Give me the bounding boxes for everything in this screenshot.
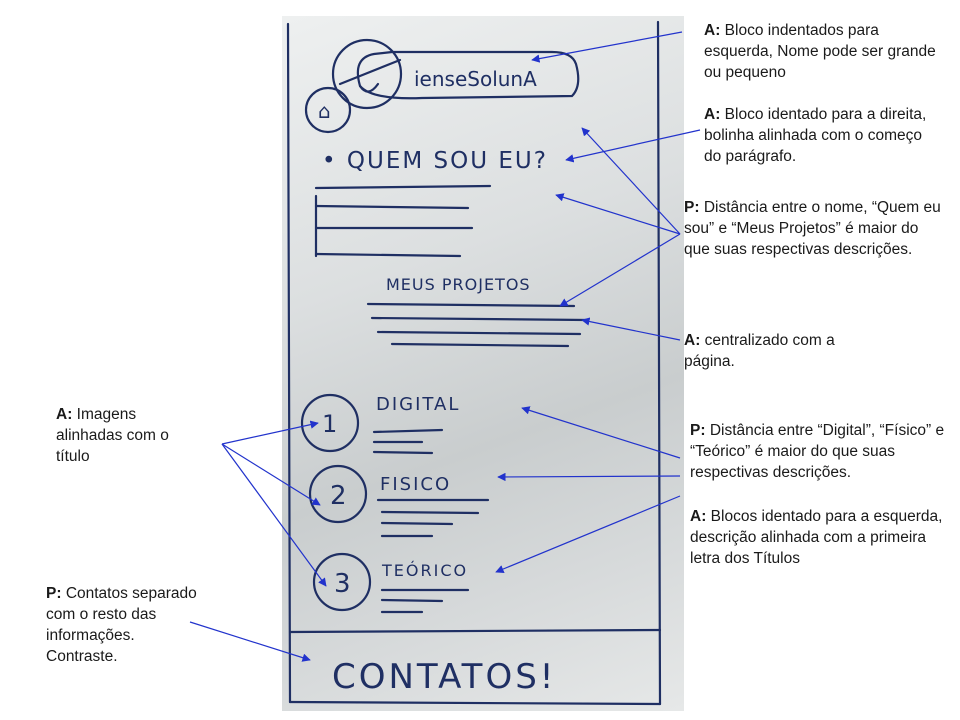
frame-right-edge — [656, 20, 662, 706]
avatar-slash — [338, 58, 402, 86]
home-icon: ⌂ — [318, 99, 331, 123]
note-a4: A: Blocos identado para a esquerda, desc… — [690, 508, 943, 567]
item-2-number: 2 — [330, 481, 347, 511]
projects-heading: MEUS PROJETOS — [386, 275, 531, 294]
item-1-title: DIGITAL — [376, 394, 460, 415]
item-3-title: TEÓRICO — [381, 561, 468, 580]
logo-text: ienseSolunA — [414, 67, 537, 91]
frame-bottom-edge — [288, 700, 662, 706]
frame-left-edge — [286, 22, 292, 704]
footer-contacts: CONTATOS! — [332, 657, 556, 697]
item-2-title: FISICO — [380, 474, 451, 495]
footer-separator — [288, 628, 662, 634]
note-p1: P: Distância entre o nome, “Quem eu sou”… — [684, 199, 941, 258]
hand-drawn-mockup: ienseSolunA ⌂ • QUEM SOU EU? MEUS PROJET… — [286, 20, 662, 706]
note-a2: A: Bloco identado para a direita, bolinh… — [704, 106, 927, 165]
note-p2: P: Distância entre “Digital”, “Físico” e… — [690, 422, 945, 481]
note-a1: A: Bloco indentados para esquerda, Nome … — [704, 22, 936, 81]
note-a5: A: Imagens alinhadas com o título — [56, 406, 169, 465]
note-p3: P: Contatos separado com o resto das inf… — [46, 585, 197, 665]
avatar-smile — [358, 82, 380, 93]
item-3-number: 3 — [334, 569, 351, 599]
note-a3: A: centralizado com a página. — [684, 332, 835, 370]
about-heading: • QUEM SOU EU? — [322, 148, 548, 174]
item-1-number: 1 — [322, 410, 337, 438]
